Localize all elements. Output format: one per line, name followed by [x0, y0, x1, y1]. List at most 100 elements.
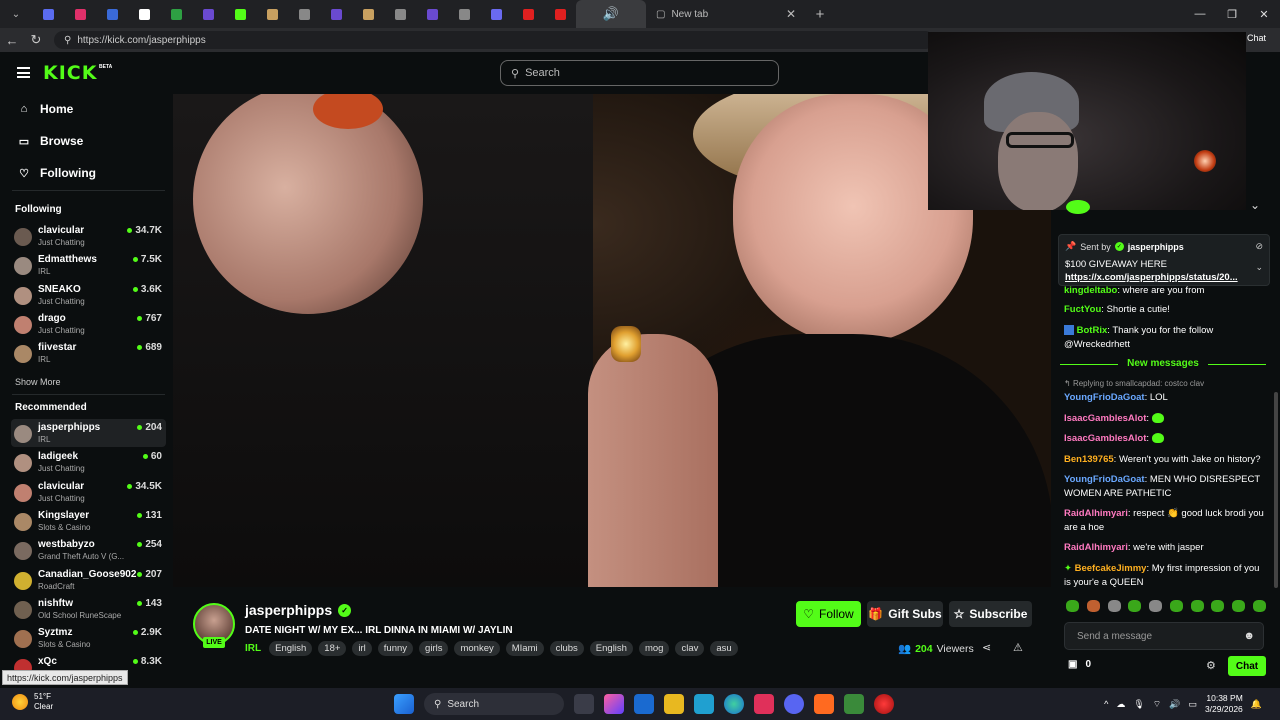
browser-tab[interactable] [192, 0, 224, 28]
file-explorer-icon[interactable] [664, 694, 684, 714]
taskbar-search[interactable]: ⚲ Search [424, 693, 564, 715]
chat-username[interactable]: IsaacGamblesAlot [1064, 413, 1146, 424]
browser-tab[interactable] [224, 0, 256, 28]
start-windows-icon[interactable] [394, 694, 414, 714]
emote-button[interactable] [1169, 600, 1183, 612]
stream-tag[interactable]: irl [352, 641, 372, 656]
show-more-link[interactable]: Show More [15, 377, 61, 387]
channel-points[interactable]: ▣ 0 [1068, 659, 1091, 670]
stream-tag[interactable]: funny [377, 641, 414, 656]
copilot-icon[interactable] [604, 694, 624, 714]
browser-tab[interactable] [288, 0, 320, 28]
music-icon[interactable] [754, 694, 774, 714]
chat-scrollbar[interactable] [1274, 392, 1278, 588]
emote-button[interactable] [1128, 600, 1142, 612]
chat-username[interactable]: YoungFrioDaGoat [1064, 392, 1145, 403]
stream-tag[interactable]: English [589, 641, 633, 656]
browser-tab[interactable] [512, 0, 544, 28]
close-tab-icon[interactable]: ✕ [786, 7, 796, 21]
browser-tab[interactable] [352, 0, 384, 28]
chat-username[interactable]: Ben139765 [1064, 454, 1114, 465]
browser-tab[interactable] [160, 0, 192, 28]
search-input[interactable]: ⚲ Search [500, 60, 779, 86]
nav-following[interactable]: ♡ Following [18, 166, 96, 180]
weather-widget[interactable]: 51°F Clear [12, 692, 53, 712]
site-info-icon[interactable]: ⚲ [64, 35, 71, 46]
tab-list-button[interactable]: ⌄ [0, 0, 32, 28]
chat-username[interactable]: IsaacGamblesAlot [1064, 433, 1146, 444]
stream-tag[interactable]: clubs [549, 641, 584, 656]
browser-tab[interactable] [64, 0, 96, 28]
streamer-name[interactable]: jasperphipps [245, 602, 332, 618]
sidebar-channel-sneako[interactable]: SNEAKO Just Chatting 3.6K [11, 281, 166, 309]
sidebar-channel-kingslayer[interactable]: Kingslayer Slots & Casino 131 [11, 507, 166, 535]
sidebar-channel-westbabyzo[interactable]: westbabyzo Grand Theft Auto V (G... 254 [11, 536, 166, 564]
battery-icon[interactable]: ▭ [1188, 699, 1197, 710]
emote-button[interactable] [1086, 600, 1100, 612]
expand-chevron-icon[interactable]: ⌄ [1255, 262, 1263, 273]
browser-tab[interactable] [416, 0, 448, 28]
browser-tab[interactable] [256, 0, 288, 28]
clock[interactable]: 10:38 PM 3/29/2026 [1205, 693, 1243, 715]
sidebar-channel-syztmz[interactable]: Syztmz Slots & Casino 2.9K [11, 624, 166, 652]
sidebar-channel-fiivestar[interactable]: fiivestar IRL 689 [11, 339, 166, 367]
chat-username[interactable]: FuctYou [1064, 304, 1101, 315]
chat-username[interactable]: kingdeltabo [1064, 285, 1117, 296]
emote-button[interactable] [1252, 600, 1266, 612]
notepad-icon[interactable] [694, 694, 714, 714]
tray-overflow-icon[interactable]: ^ [1104, 699, 1108, 709]
sidebar-channel-jasperphipps[interactable]: jasperphipps IRL 204 [11, 419, 166, 447]
nav-home[interactable]: ⌂ Home [18, 102, 74, 116]
sidebar-channel-clavicular[interactable]: clavicular Just Chatting 34.5K [11, 478, 166, 506]
browser-tab[interactable] [32, 0, 64, 28]
soundcloud-icon[interactable] [814, 694, 834, 714]
stream-tag[interactable]: MIami [505, 641, 544, 656]
share-icon[interactable]: ⋖ [982, 641, 991, 654]
browser-tab[interactable] [128, 0, 160, 28]
video-player[interactable] [173, 94, 1051, 587]
stream-tag[interactable]: girls [419, 641, 449, 656]
browser-tab[interactable] [384, 0, 416, 28]
emote-button[interactable] [1066, 600, 1079, 612]
edge-icon[interactable] [724, 694, 744, 714]
chat-username[interactable]: YoungFrioDaGoat [1064, 474, 1145, 485]
chevron-down-icon[interactable]: ⌄ [1250, 198, 1260, 212]
wifi-icon[interactable]: ⌔ [1153, 699, 1161, 710]
send-chat-button[interactable]: Chat [1228, 656, 1266, 676]
report-icon[interactable]: ⚠ [1013, 641, 1023, 654]
reload-icon[interactable]: ↻ [24, 32, 48, 48]
stream-tag[interactable]: English [269, 641, 313, 656]
sidebar-channel-clavicular[interactable]: clavicular Just Chatting 34.7K [11, 222, 166, 250]
new-tab-button[interactable]: + [804, 0, 836, 28]
pip-webcam-overlay[interactable] [928, 32, 1246, 210]
browser-tab[interactable] [320, 0, 352, 28]
stream-category[interactable]: IRL [245, 643, 261, 654]
unpin-icon[interactable]: ⊘ [1255, 241, 1263, 252]
emote-button[interactable] [1190, 600, 1204, 612]
back-icon[interactable]: ← [0, 33, 24, 48]
outlook-icon[interactable] [634, 694, 654, 714]
kick-logo[interactable]: KICK [43, 62, 97, 84]
notification-icon[interactable]: 🔔 [1251, 699, 1262, 710]
nav-browse[interactable]: ▭ Browse [18, 134, 84, 148]
browser-tab[interactable] [96, 0, 128, 28]
emote-button[interactable] [1149, 600, 1163, 612]
active-tab[interactable]: 🔊 [576, 0, 646, 28]
browser-tab[interactable] [544, 0, 576, 28]
close-window-icon[interactable]: ✕ [1248, 0, 1280, 28]
emoji-picker-icon[interactable]: ☻ [1243, 630, 1255, 642]
subscribe-button[interactable]: ☆ Subscribe [949, 601, 1032, 627]
browser-tab[interactable] [480, 0, 512, 28]
restore-icon[interactable]: ❐ [1216, 0, 1248, 28]
cloud-icon[interactable]: ☁ [1116, 699, 1125, 710]
sidebar-channel-canadian_goose902[interactable]: Canadian_Goose902 RoadCraft 207 [11, 566, 166, 594]
discord-icon[interactable] [784, 694, 804, 714]
chat-username[interactable]: BeefcakeJimmy [1075, 563, 1147, 574]
stream-tag[interactable]: 18+ [318, 641, 347, 656]
address-bar[interactable]: ⚲ https://kick.com/jasperphipps [54, 31, 934, 49]
mic-icon[interactable]: 🎙 [1133, 699, 1144, 710]
pinned-message[interactable]: 📌 Sent by ✓ jasperphipps ⊘ $100 GIVEAWAY… [1058, 234, 1270, 286]
settings-gear-icon[interactable]: ⚙ [1206, 659, 1216, 672]
sidebar-channel-edmatthews[interactable]: Edmatthews IRL 7.5K [11, 251, 166, 279]
tab-new-tab[interactable]: ▢ New tab ✕ [646, 0, 804, 28]
